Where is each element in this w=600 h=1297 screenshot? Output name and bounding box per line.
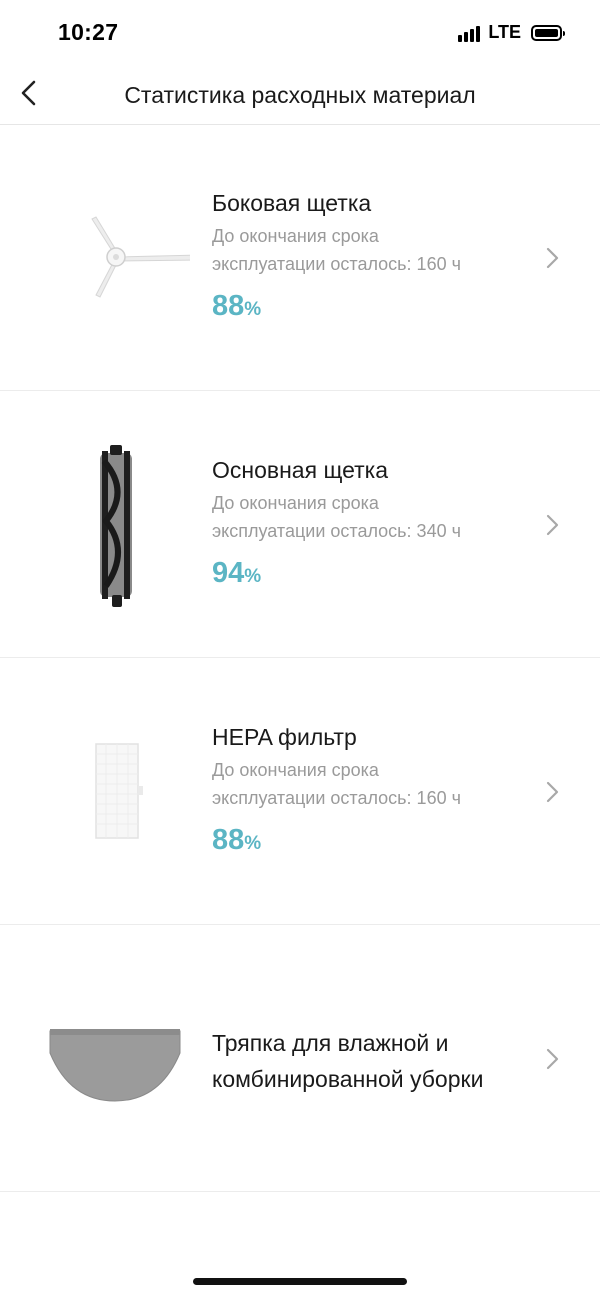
status-indicators: LTE xyxy=(458,22,565,43)
signal-bars-icon xyxy=(458,24,482,42)
consumable-title: HEPA фильтр xyxy=(212,724,357,750)
percent-unit: % xyxy=(244,299,262,320)
subtitle-line: До окончания срока xyxy=(212,760,379,780)
hepa-filter-image xyxy=(40,658,190,924)
page-title: Статистика расходных материал xyxy=(124,82,476,108)
mop-cloth-image xyxy=(40,925,190,1191)
consumable-item-mop-cloth[interactable]: Тряпка для влажной и комбинированной убо… xyxy=(0,925,600,1192)
network-type: LTE xyxy=(488,22,521,42)
status-bar: 10:27 LTE xyxy=(0,0,600,70)
consumable-info: Основная щетка До окончания срока эксплу… xyxy=(212,455,532,590)
subtitle-line: эксплуатации осталось: 160 ч xyxy=(212,788,461,808)
consumables-list: Боковая щетка До окончания срока эксплуа… xyxy=(0,124,600,1192)
percent-value: 94 xyxy=(212,557,245,589)
remaining-percent: 94% xyxy=(212,557,532,590)
consumable-item-side-brush[interactable]: Боковая щетка До окончания срока эксплуа… xyxy=(0,124,600,391)
chevron-right-icon xyxy=(546,1048,559,1070)
consumable-title: Тряпка для влажной и комбинированной убо… xyxy=(212,1025,532,1097)
consumable-subtitle: До окончания срока эксплуатации осталось… xyxy=(212,222,532,278)
chevron-right-icon xyxy=(546,247,559,269)
percent-unit: % xyxy=(244,833,262,854)
percent-value: 88 xyxy=(212,290,245,322)
consumable-subtitle: До окончания срока эксплуатации осталось… xyxy=(212,756,532,812)
consumable-item-main-brush[interactable]: Основная щетка До окончания срока эксплу… xyxy=(0,391,600,658)
navigation-bar: Статистика расходных материал xyxy=(0,70,600,125)
status-time: 10:27 xyxy=(58,19,119,45)
battery-icon xyxy=(531,24,565,41)
remaining-percent: 88% xyxy=(212,824,532,857)
subtitle-line: эксплуатации осталось: 340 ч xyxy=(212,521,461,541)
percent-value: 88 xyxy=(212,824,245,856)
consumable-title: Основная щетка xyxy=(212,457,389,483)
side-brush-image xyxy=(40,124,199,390)
consumable-title: Боковая щетка xyxy=(212,190,372,216)
subtitle-line: До окончания срока xyxy=(212,226,379,246)
percent-unit: % xyxy=(244,566,262,587)
title-line: Тряпка для влажной и xyxy=(212,1030,449,1056)
consumable-item-hepa-filter[interactable]: HEPA фильтр До окончания срока эксплуата… xyxy=(0,658,600,925)
chevron-right-icon xyxy=(546,514,559,536)
chevron-right-icon xyxy=(546,781,559,803)
home-indicator[interactable] xyxy=(193,1278,407,1285)
main-brush-image xyxy=(40,391,190,657)
consumable-info: HEPA фильтр До окончания срока эксплуата… xyxy=(212,722,532,857)
consumable-info: Тряпка для влажной и комбинированной убо… xyxy=(212,1025,532,1097)
title-line: комбинированной уборки xyxy=(212,1066,484,1092)
consumable-info: Боковая щетка До окончания срока эксплуа… xyxy=(212,188,532,323)
consumable-subtitle: До окончания срока эксплуатации осталось… xyxy=(212,489,532,545)
subtitle-line: До окончания срока xyxy=(212,493,379,513)
subtitle-line: эксплуатации осталось: 160 ч xyxy=(212,254,461,274)
remaining-percent: 88% xyxy=(212,290,532,323)
